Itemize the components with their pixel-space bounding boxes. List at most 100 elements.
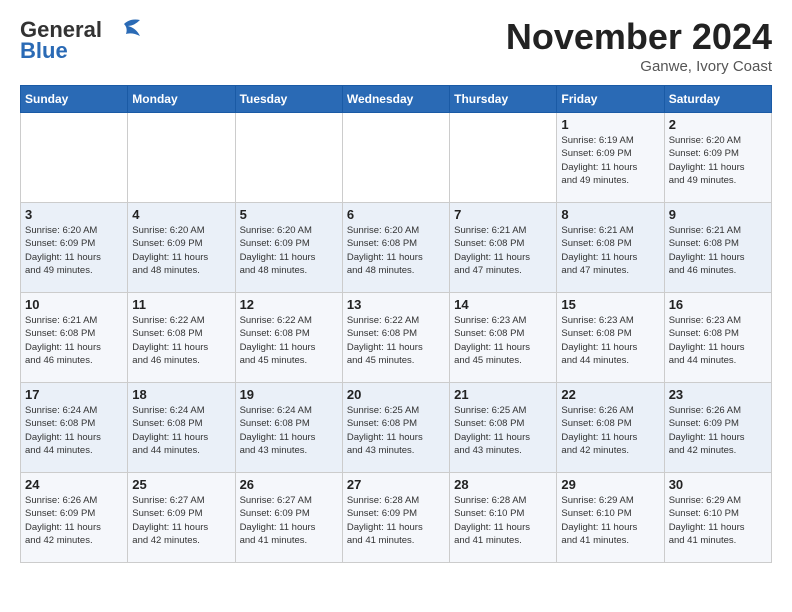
- calendar-cell: 28Sunrise: 6:28 AM Sunset: 6:10 PM Dayli…: [450, 473, 557, 563]
- header: General Blue November 2024 Ganwe, Ivory …: [20, 16, 772, 75]
- day-info: Sunrise: 6:23 AM Sunset: 6:08 PM Dayligh…: [669, 314, 767, 367]
- day-number: 2: [669, 117, 767, 132]
- calendar-cell: 23 Sunrise: 6:26 AM Sunset: 6:09 PM Dayli…: [664, 383, 771, 473]
- day-number: 17: [25, 387, 123, 402]
- day-number: 14: [454, 297, 552, 312]
- day-number: 18: [132, 387, 230, 402]
- day-info: Sunrise: 6:27 AM Sunset: 6:09 PM Dayligh…: [132, 494, 230, 547]
- day-info: Sunrise: 6:22 AM Sunset: 6:08 PM Dayligh…: [240, 314, 338, 367]
- calendar-cell: 11 Sunrise: 6:22 AM Sunset: 6:08 PM Dayli…: [128, 293, 235, 383]
- calendar-cell: 29 Sunrise: 6:29 AM Sunset: 6:10 PM Dayli…: [557, 473, 664, 563]
- day-number: 19: [240, 387, 338, 402]
- day-info: Sunrise: 6:26 AM Sunset: 6:09 PM Dayligh…: [669, 404, 767, 457]
- day-number: 16: [669, 297, 767, 312]
- day-info: Sunrise: 6:23 AM Sunset: 6:08 PM Dayligh…: [561, 314, 659, 367]
- calendar-cell: 7Sunrise: 6:21 AM Sunset: 6:08 PM Daylig…: [450, 203, 557, 293]
- calendar-cell: 13 Sunrise: 6:22 AM Sunset: 6:08 PM Dayli…: [342, 293, 449, 383]
- calendar-cell: 18 Sunrise: 6:24 AM Sunset: 6:08 PM Dayli…: [128, 383, 235, 473]
- calendar-week-3: 10Sunrise: 6:21 AM Sunset: 6:08 PM Dayli…: [21, 293, 772, 383]
- day-number: 15: [561, 297, 659, 312]
- day-info: Sunrise: 6:20 AM Sunset: 6:08 PM Dayligh…: [347, 224, 445, 277]
- calendar-cell: 1 Sunrise: 6:19 AM Sunset: 6:09 PM Daylig…: [557, 113, 664, 203]
- day-number: 4: [132, 207, 230, 222]
- day-info: Sunrise: 6:21 AM Sunset: 6:08 PM Dayligh…: [561, 224, 659, 277]
- calendar-week-1: 1 Sunrise: 6:19 AM Sunset: 6:09 PM Daylig…: [21, 113, 772, 203]
- day-number: 20: [347, 387, 445, 402]
- day-number: 29: [561, 477, 659, 492]
- day-number: 3: [25, 207, 123, 222]
- day-info: Sunrise: 6:26 AM Sunset: 6:08 PM Dayligh…: [561, 404, 659, 457]
- calendar-cell: 8 Sunrise: 6:21 AM Sunset: 6:08 PM Daylig…: [557, 203, 664, 293]
- day-number: 25: [132, 477, 230, 492]
- day-header-saturday: Saturday: [664, 86, 771, 113]
- day-header-tuesday: Tuesday: [235, 86, 342, 113]
- calendar-week-2: 3 Sunrise: 6:20 AM Sunset: 6:09 PM Daylig…: [21, 203, 772, 293]
- calendar-cell: 30 Sunrise: 6:29 AM Sunset: 6:10 PM Dayli…: [664, 473, 771, 563]
- day-info: Sunrise: 6:21 AM Sunset: 6:08 PM Dayligh…: [669, 224, 767, 277]
- calendar-week-5: 24Sunrise: 6:26 AM Sunset: 6:09 PM Dayli…: [21, 473, 772, 563]
- logo: General Blue: [20, 16, 142, 62]
- day-info: Sunrise: 6:20 AM Sunset: 6:09 PM Dayligh…: [240, 224, 338, 277]
- calendar-header-row: SundayMondayTuesdayWednesdayThursdayFrid…: [21, 86, 772, 113]
- calendar-cell: 20Sunrise: 6:25 AM Sunset: 6:08 PM Dayli…: [342, 383, 449, 473]
- calendar-cell: [342, 113, 449, 203]
- day-info: Sunrise: 6:28 AM Sunset: 6:10 PM Dayligh…: [454, 494, 552, 547]
- day-info: Sunrise: 6:23 AM Sunset: 6:08 PM Dayligh…: [454, 314, 552, 367]
- calendar-cell: 15 Sunrise: 6:23 AM Sunset: 6:08 PM Dayli…: [557, 293, 664, 383]
- day-number: 23: [669, 387, 767, 402]
- calendar-cell: 2 Sunrise: 6:20 AM Sunset: 6:09 PM Daylig…: [664, 113, 771, 203]
- day-info: Sunrise: 6:20 AM Sunset: 6:09 PM Dayligh…: [132, 224, 230, 277]
- location: Ganwe, Ivory Coast: [506, 58, 772, 75]
- logo-blue: Blue: [20, 40, 68, 62]
- day-info: Sunrise: 6:29 AM Sunset: 6:10 PM Dayligh…: [561, 494, 659, 547]
- day-header-friday: Friday: [557, 86, 664, 113]
- calendar-cell: [235, 113, 342, 203]
- calendar-cell: 22 Sunrise: 6:26 AM Sunset: 6:08 PM Dayli…: [557, 383, 664, 473]
- day-info: Sunrise: 6:27 AM Sunset: 6:09 PM Dayligh…: [240, 494, 338, 547]
- day-info: Sunrise: 6:22 AM Sunset: 6:08 PM Dayligh…: [132, 314, 230, 367]
- calendar-cell: [450, 113, 557, 203]
- day-info: Sunrise: 6:29 AM Sunset: 6:10 PM Dayligh…: [669, 494, 767, 547]
- calendar-cell: 5Sunrise: 6:20 AM Sunset: 6:09 PM Daylig…: [235, 203, 342, 293]
- day-number: 30: [669, 477, 767, 492]
- day-info: Sunrise: 6:22 AM Sunset: 6:08 PM Dayligh…: [347, 314, 445, 367]
- calendar-cell: 4 Sunrise: 6:20 AM Sunset: 6:09 PM Daylig…: [128, 203, 235, 293]
- calendar-cell: 19 Sunrise: 6:24 AM Sunset: 6:08 PM Dayli…: [235, 383, 342, 473]
- day-info: Sunrise: 6:24 AM Sunset: 6:08 PM Dayligh…: [25, 404, 123, 457]
- title-block: November 2024 Ganwe, Ivory Coast: [506, 16, 772, 75]
- day-header-monday: Monday: [128, 86, 235, 113]
- day-number: 21: [454, 387, 552, 402]
- calendar: SundayMondayTuesdayWednesdayThursdayFrid…: [20, 85, 772, 563]
- day-number: 27: [347, 477, 445, 492]
- day-info: Sunrise: 6:20 AM Sunset: 6:09 PM Dayligh…: [25, 224, 123, 277]
- day-number: 9: [669, 207, 767, 222]
- day-number: 8: [561, 207, 659, 222]
- day-header-sunday: Sunday: [21, 86, 128, 113]
- day-info: Sunrise: 6:28 AM Sunset: 6:09 PM Dayligh…: [347, 494, 445, 547]
- day-number: 11: [132, 297, 230, 312]
- day-info: Sunrise: 6:20 AM Sunset: 6:09 PM Dayligh…: [669, 134, 767, 187]
- calendar-cell: 21 Sunrise: 6:25 AM Sunset: 6:08 PM Dayli…: [450, 383, 557, 473]
- calendar-week-4: 17 Sunrise: 6:24 AM Sunset: 6:08 PM Dayli…: [21, 383, 772, 473]
- calendar-cell: 16 Sunrise: 6:23 AM Sunset: 6:08 PM Dayli…: [664, 293, 771, 383]
- day-info: Sunrise: 6:26 AM Sunset: 6:09 PM Dayligh…: [25, 494, 123, 547]
- day-header-thursday: Thursday: [450, 86, 557, 113]
- day-info: Sunrise: 6:25 AM Sunset: 6:08 PM Dayligh…: [454, 404, 552, 457]
- calendar-cell: 3 Sunrise: 6:20 AM Sunset: 6:09 PM Daylig…: [21, 203, 128, 293]
- calendar-cell: 6Sunrise: 6:20 AM Sunset: 6:08 PM Daylig…: [342, 203, 449, 293]
- day-number: 10: [25, 297, 123, 312]
- calendar-cell: 9 Sunrise: 6:21 AM Sunset: 6:08 PM Daylig…: [664, 203, 771, 293]
- calendar-cell: 27 Sunrise: 6:28 AM Sunset: 6:09 PM Dayli…: [342, 473, 449, 563]
- calendar-cell: 24Sunrise: 6:26 AM Sunset: 6:09 PM Dayli…: [21, 473, 128, 563]
- day-info: Sunrise: 6:19 AM Sunset: 6:09 PM Dayligh…: [561, 134, 659, 187]
- calendar-cell: 26Sunrise: 6:27 AM Sunset: 6:09 PM Dayli…: [235, 473, 342, 563]
- day-info: Sunrise: 6:24 AM Sunset: 6:08 PM Dayligh…: [132, 404, 230, 457]
- day-number: 1: [561, 117, 659, 132]
- day-info: Sunrise: 6:21 AM Sunset: 6:08 PM Dayligh…: [454, 224, 552, 277]
- calendar-cell: 25 Sunrise: 6:27 AM Sunset: 6:09 PM Dayli…: [128, 473, 235, 563]
- day-number: 12: [240, 297, 338, 312]
- calendar-cell: 12 Sunrise: 6:22 AM Sunset: 6:08 PM Dayli…: [235, 293, 342, 383]
- day-number: 13: [347, 297, 445, 312]
- day-info: Sunrise: 6:24 AM Sunset: 6:08 PM Dayligh…: [240, 404, 338, 457]
- day-number: 22: [561, 387, 659, 402]
